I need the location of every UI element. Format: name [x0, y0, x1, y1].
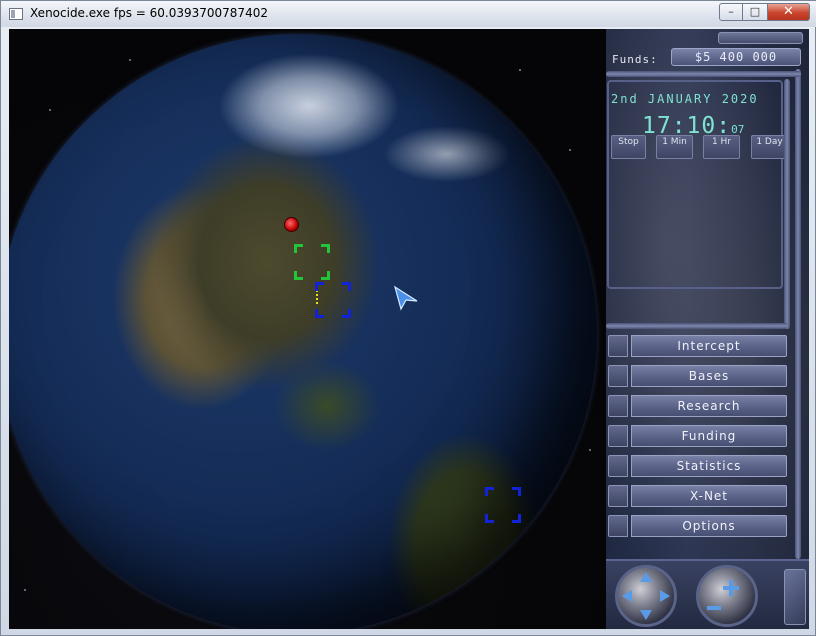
- globe-rotate-control[interactable]: [615, 565, 677, 627]
- close-button[interactable]: ✕: [767, 3, 810, 21]
- time-1hr-button[interactable]: 1 Hr: [703, 135, 740, 159]
- control-panel: Funds: $5 400 000 2nd JANUARY 2020 17:10…: [606, 29, 809, 629]
- funds-value: $5 400 000: [671, 48, 801, 66]
- time-1min-button[interactable]: 1 Min: [656, 135, 693, 159]
- app-icon: [9, 8, 23, 20]
- craft-bracket[interactable]: [294, 244, 330, 280]
- base-bracket[interactable]: [485, 487, 521, 523]
- minimize-button[interactable]: –: [719, 3, 743, 21]
- menu-bases-button[interactable]: Bases: [608, 365, 788, 387]
- menu-intercept-button[interactable]: Intercept: [608, 335, 788, 357]
- time-stop-button[interactable]: Stop: [611, 135, 646, 159]
- globe-zoom-control[interactable]: [696, 565, 758, 627]
- earth-globe[interactable]: [9, 34, 597, 629]
- ufo-marker[interactable]: [284, 217, 299, 232]
- time-1day-button[interactable]: 1 Day: [751, 135, 788, 159]
- rotate-arrows-icon: [622, 572, 670, 620]
- panel-tab: [718, 32, 803, 44]
- title-bar[interactable]: Xenocide.exe fps = 60.0393700787402 – □ …: [1, 1, 816, 27]
- panel-rail: [795, 69, 801, 559]
- geoscape-space[interactable]: [9, 29, 606, 629]
- menu-statistics-button[interactable]: Statistics: [608, 455, 788, 477]
- clock-frame: [607, 80, 783, 289]
- panel-rail: [606, 323, 788, 329]
- funds-label: Funds:: [612, 53, 658, 66]
- panel-rail: [784, 79, 790, 329]
- menu-research-button[interactable]: Research: [608, 395, 788, 417]
- panel-rail: [606, 71, 801, 77]
- window-title: Xenocide.exe fps = 60.0393700787402: [30, 6, 268, 20]
- menu-options-button[interactable]: Options: [608, 515, 788, 537]
- zoom-plus-minus-icon: [707, 580, 739, 610]
- panel-corner: [784, 569, 806, 625]
- maximize-button[interactable]: □: [742, 3, 768, 21]
- app-window: Xenocide.exe fps = 60.0393700787402 – □ …: [0, 0, 816, 636]
- game-viewport: Funds: $5 400 000 2nd JANUARY 2020 17:10…: [9, 29, 809, 629]
- menu-funding-button[interactable]: Funding: [608, 425, 788, 447]
- game-date: 2nd JANUARY 2020: [611, 92, 759, 106]
- mouse-cursor-icon: [394, 285, 418, 311]
- menu-xnet-button[interactable]: X-Net: [608, 485, 788, 507]
- base-bracket[interactable]: [315, 282, 351, 318]
